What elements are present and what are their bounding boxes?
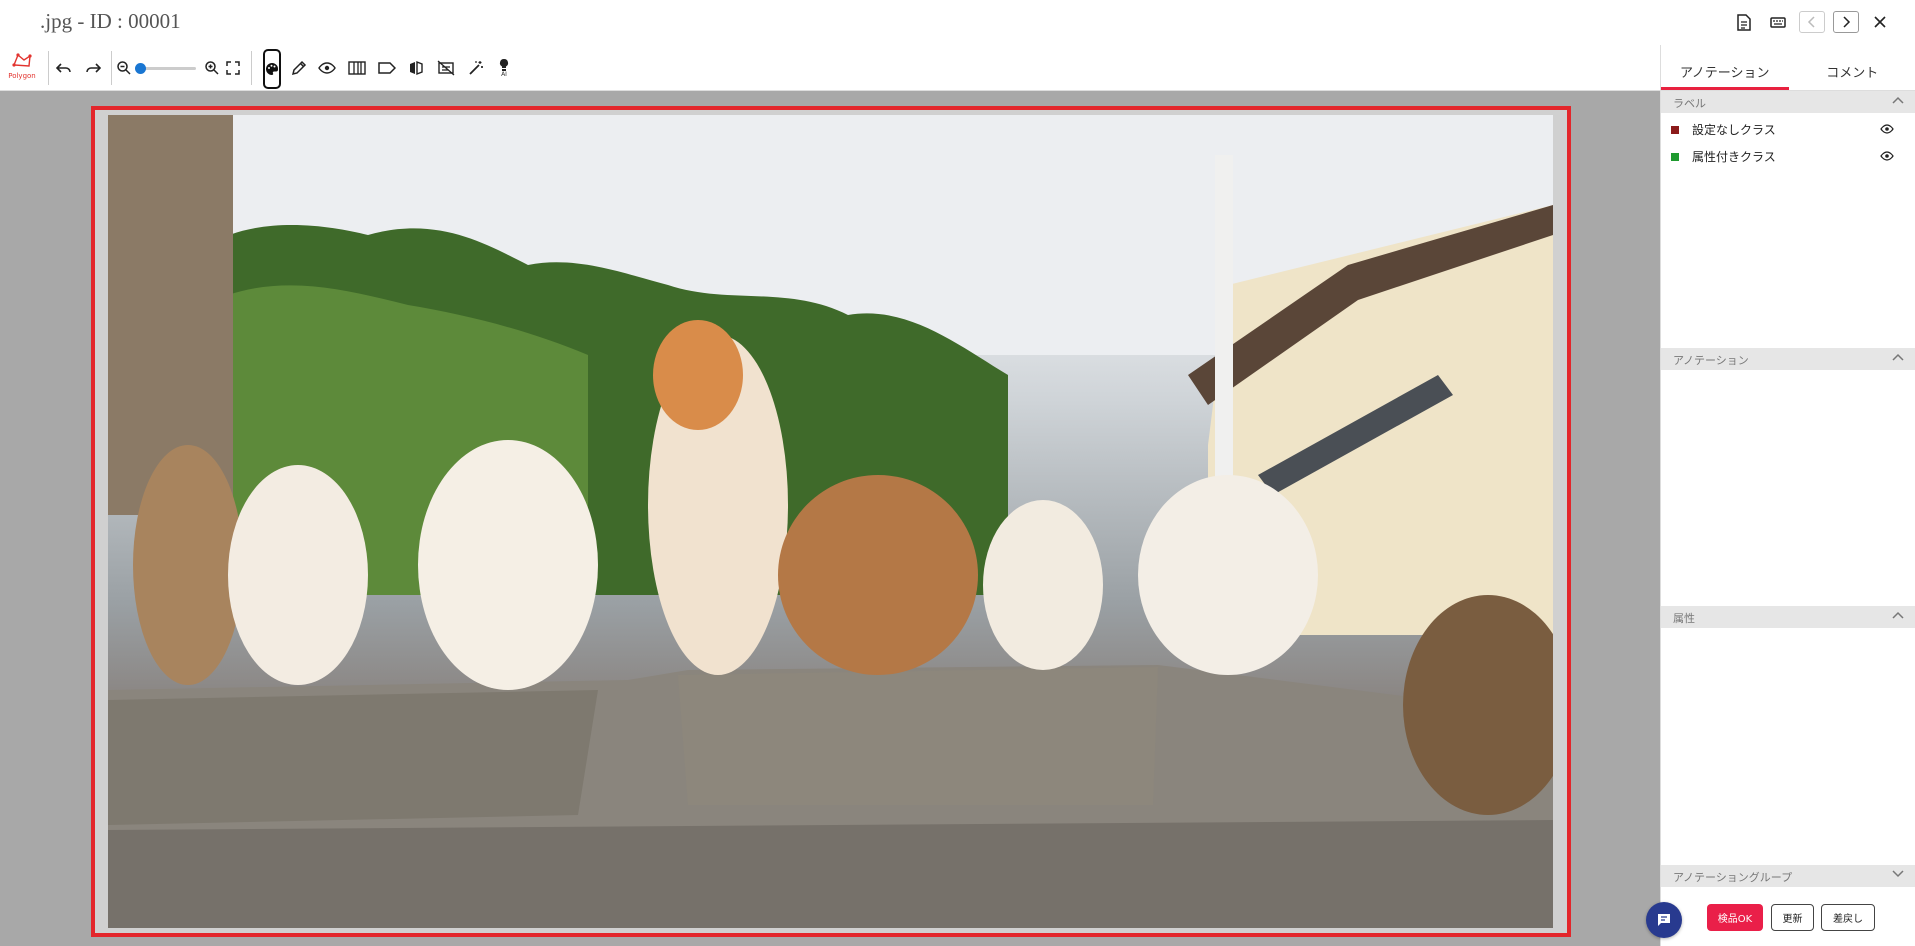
fit-screen-icon[interactable] — [223, 58, 243, 78]
toolbar-divider — [111, 51, 112, 85]
magic-wand-icon[interactable] — [466, 58, 486, 78]
chevron-down-icon[interactable] — [1892, 868, 1904, 881]
polygon-tool[interactable]: Polygon — [3, 51, 41, 87]
redo-icon[interactable] — [83, 58, 103, 78]
polygon-label: Polygon — [8, 72, 36, 80]
attributes-section-title: 属性 — [1673, 612, 1695, 625]
flip-icon[interactable] — [406, 58, 426, 78]
chevron-left-icon[interactable] — [1799, 11, 1825, 33]
zoom-out-icon[interactable] — [114, 58, 134, 78]
chat-button[interactable] — [1646, 902, 1682, 938]
hide-labels-icon[interactable] — [436, 58, 456, 78]
label-item[interactable]: 属性付きクラス — [1661, 143, 1915, 170]
eye-icon[interactable] — [1880, 123, 1894, 137]
attributes-section-header[interactable]: 属性 — [1661, 606, 1915, 628]
polygon-icon — [12, 53, 32, 67]
annotation-group-section-title: アノテーショングループ — [1673, 871, 1793, 884]
ai-icon[interactable]: AI — [494, 58, 514, 78]
label-name: 設定なしクラス — [1692, 123, 1776, 137]
compare-icon[interactable] — [347, 58, 367, 78]
palette-icon — [266, 62, 279, 75]
zoom-slider-handle[interactable] — [134, 63, 146, 74]
tag-icon[interactable] — [377, 58, 397, 78]
send-back-button[interactable]: 差戻し — [1821, 904, 1875, 931]
toolbar-divider — [251, 51, 252, 85]
image-bounding-frame — [91, 106, 1571, 937]
chevron-up-icon[interactable] — [1892, 351, 1904, 364]
window-title: .jpg - ID : 00001 — [40, 9, 181, 33]
undo-icon[interactable] — [54, 58, 74, 78]
palette-tool-active[interactable] — [263, 49, 281, 89]
labels-section-title: ラベル — [1673, 97, 1706, 110]
chevron-right-icon[interactable] — [1833, 11, 1859, 33]
label-color-swatch — [1671, 152, 1679, 161]
title-bar: .jpg - ID : 00001 — [0, 0, 1915, 45]
pencil-icon[interactable] — [289, 58, 309, 78]
close-icon[interactable] — [1867, 10, 1893, 34]
label-color-swatch — [1671, 125, 1679, 134]
eye-icon[interactable] — [317, 58, 337, 78]
document-icon[interactable] — [1731, 10, 1757, 34]
update-button[interactable]: 更新 — [1771, 904, 1814, 931]
chat-icon — [1658, 914, 1670, 926]
label-name: 属性付きクラス — [1692, 150, 1776, 164]
chevron-up-icon[interactable] — [1892, 609, 1904, 622]
toolbar: Polygon AI — [0, 45, 1660, 91]
annotation-group-section-header[interactable]: アノテーショングループ — [1661, 865, 1915, 887]
annotation-image[interactable] — [108, 115, 1553, 928]
toolbar-divider — [48, 51, 49, 85]
labels-section-header[interactable]: ラベル — [1661, 91, 1915, 113]
label-item[interactable]: 設定なしクラス — [1661, 116, 1915, 143]
zoom-in-icon[interactable] — [202, 58, 222, 78]
title-actions — [1731, 10, 1893, 34]
eye-icon[interactable] — [1880, 150, 1894, 164]
annotations-section-header[interactable]: アノテーション — [1661, 348, 1915, 370]
zoom-slider[interactable] — [134, 63, 196, 74]
chevron-up-icon[interactable] — [1892, 94, 1904, 107]
tab-annotation[interactable]: アノテーション — [1661, 45, 1789, 90]
annotation-canvas[interactable] — [0, 91, 1660, 946]
side-panel: アノテーション コメント ラベル 設定なしクラス 属性付きクラス アノテーション… — [1660, 45, 1915, 946]
annotations-section-title: アノテーション — [1673, 354, 1749, 367]
keyboard-icon[interactable] — [1765, 10, 1791, 34]
ai-badge: AI — [501, 71, 507, 78]
panel-tabs: アノテーション コメント — [1661, 45, 1915, 91]
tab-comment[interactable]: コメント — [1789, 45, 1915, 90]
inspection-ok-button[interactable]: 検品OK — [1707, 904, 1763, 931]
